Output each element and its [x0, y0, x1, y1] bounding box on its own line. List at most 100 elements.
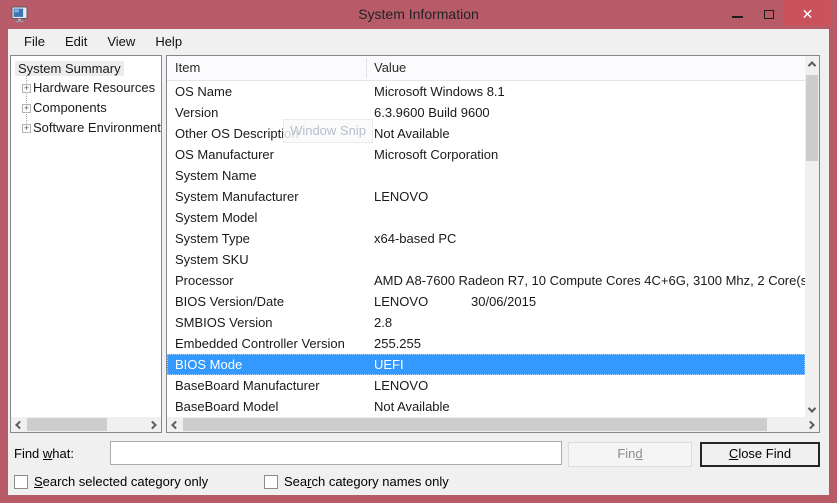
item-cell: BIOS Version/Date	[175, 291, 284, 312]
expand-icon[interactable]: +	[22, 124, 31, 133]
close-find-button[interactable]: Close Find	[700, 442, 820, 467]
find-button: Find	[568, 442, 692, 467]
scroll-right-button[interactable]	[805, 417, 819, 432]
column-header-item[interactable]: Item	[175, 60, 200, 75]
table-row[interactable]: System Name	[167, 165, 805, 186]
value-cell: 6.3.9600 Build 9600	[374, 102, 490, 123]
item-cell: System SKU	[175, 249, 249, 270]
tree-item-system-summary[interactable]: System Summary	[15, 60, 124, 78]
value-cell: Not Available	[374, 396, 450, 417]
scroll-up-button[interactable]	[805, 56, 819, 71]
item-cell: System Manufacturer	[175, 186, 299, 207]
item-cell: SMBIOS Version	[175, 312, 273, 333]
item-cell: Processor	[175, 270, 234, 291]
value-cell: Not Available	[374, 123, 450, 144]
table-row[interactable]: OS Manufacturer Microsoft Corporation	[167, 144, 805, 165]
grid-vertical-scrollbar[interactable]	[805, 56, 819, 417]
item-cell: OS Name	[175, 81, 232, 102]
scrollbar-thumb[interactable]	[27, 418, 107, 431]
value-cell: Microsoft Corporation	[374, 144, 498, 165]
table-row[interactable]: BIOS Version/Date LENOVO 30/06/2015	[167, 291, 805, 312]
value-cell: 255.255	[374, 333, 421, 354]
scroll-left-button[interactable]	[11, 417, 25, 432]
search-selected-category-checkbox[interactable]	[14, 475, 28, 489]
value-cell: UEFI	[374, 354, 404, 375]
chevron-right-icon	[806, 420, 814, 428]
item-cell: System Type	[175, 228, 250, 249]
tree-item-software-environment[interactable]: Software Environment	[33, 120, 161, 135]
maximize-button[interactable]	[754, 0, 784, 26]
search-options-row: Search selected category only Search cat…	[8, 473, 829, 493]
close-button[interactable]: ✕	[784, 0, 831, 26]
minimize-button[interactable]	[721, 0, 754, 26]
column-header-value[interactable]: Value	[374, 60, 406, 75]
expand-icon[interactable]: +	[22, 84, 31, 93]
search-selected-category-label[interactable]: Search selected category only	[34, 474, 208, 489]
chevron-left-icon	[171, 420, 179, 428]
tree-item-label: System Summary	[15, 61, 124, 76]
table-row[interactable]: System SKU	[167, 249, 805, 270]
table-row[interactable]: Version 6.3.9600 Build 9600	[167, 102, 805, 123]
title-bar: System Information ✕	[0, 0, 837, 29]
item-cell: Other OS Description	[175, 123, 299, 144]
item-cell: BaseBoard Model	[175, 396, 278, 417]
maximize-icon	[764, 10, 774, 19]
menu-item-help[interactable]: Help	[145, 31, 192, 52]
chevron-up-icon	[808, 61, 816, 69]
value-cell: AMD A8-7600 Radeon R7, 10 Compute Cores …	[374, 270, 812, 291]
item-cell: OS Manufacturer	[175, 144, 274, 165]
item-cell: System Name	[175, 165, 257, 186]
menu-item-edit[interactable]: Edit	[55, 31, 97, 52]
find-input[interactable]	[110, 441, 562, 465]
scroll-down-button[interactable]	[805, 402, 819, 417]
table-row[interactable]: OS Name Microsoft Windows 8.1	[167, 81, 805, 102]
item-cell: Embedded Controller Version	[175, 333, 345, 354]
value-cell: LENOVO	[374, 186, 428, 207]
value-cell: Microsoft Windows 8.1	[374, 81, 505, 102]
expand-icon[interactable]: +	[22, 104, 31, 113]
scroll-left-button[interactable]	[167, 417, 181, 432]
table-row[interactable]: System Manufacturer LENOVO	[167, 186, 805, 207]
column-divider[interactable]	[366, 58, 367, 78]
close-icon: ✕	[802, 7, 814, 21]
menu-item-view[interactable]: View	[97, 31, 145, 52]
table-row[interactable]: Other OS Description Not Available	[167, 123, 805, 144]
value2-cell: 30/06/2015	[471, 291, 536, 312]
value-cell: 2.8	[374, 312, 392, 333]
tree-item-components[interactable]: Components	[33, 100, 107, 115]
scrollbar-thumb[interactable]	[183, 418, 767, 431]
system-information-window: System Information ✕ FileEditViewHelp Sy…	[0, 0, 837, 503]
chevron-down-icon	[808, 404, 816, 412]
item-cell: BaseBoard Manufacturer	[175, 375, 320, 396]
minimize-icon	[732, 16, 743, 18]
chevron-left-icon	[15, 420, 23, 428]
client-area: FileEditViewHelp System Summary +Hardwar…	[8, 29, 829, 495]
item-cell: Version	[175, 102, 218, 123]
chevron-right-icon	[148, 420, 156, 428]
table-row[interactable]: System Model	[167, 207, 805, 228]
table-row[interactable]: SMBIOS Version 2.8	[167, 312, 805, 333]
scrollbar-thumb[interactable]	[806, 75, 818, 161]
table-row[interactable]: ProcessorAMD A8-7600 Radeon R7, 10 Compu…	[167, 270, 805, 291]
scroll-right-button[interactable]	[147, 417, 161, 432]
table-row[interactable]: System Type x64-based PC	[167, 228, 805, 249]
table-row[interactable]: BIOS ModeUEFI	[167, 354, 805, 375]
tree-item-hardware-resources[interactable]: Hardware Resources	[33, 80, 155, 95]
grid-horizontal-scrollbar[interactable]	[167, 417, 819, 432]
category-tree-panel: System Summary +Hardware Resources+Compo…	[10, 55, 162, 433]
table-row[interactable]: BaseBoard Model Not Available	[167, 396, 805, 417]
value-cell: LENOVO	[374, 291, 428, 312]
table-row[interactable]: BaseBoard Manufacturer LENOVO	[167, 375, 805, 396]
value-cell: LENOVO	[374, 375, 428, 396]
system-summary-grid: Item Value OS NameMicrosoft Windows 8.1V…	[166, 55, 820, 433]
window-title: System Information	[0, 6, 837, 22]
tree-horizontal-scrollbar[interactable]	[11, 417, 161, 432]
menu-item-file[interactable]: File	[14, 31, 55, 52]
search-category-names-label[interactable]: Search category names only	[284, 474, 449, 489]
value-cell: x64-based PC	[374, 228, 456, 249]
menu-bar: FileEditViewHelp	[8, 29, 829, 53]
search-category-names-checkbox[interactable]	[264, 475, 278, 489]
table-row[interactable]: Embedded Controller Version 255.255	[167, 333, 805, 354]
grid-header-row: Item Value	[167, 56, 805, 81]
find-what-label: Find what:	[14, 446, 74, 461]
